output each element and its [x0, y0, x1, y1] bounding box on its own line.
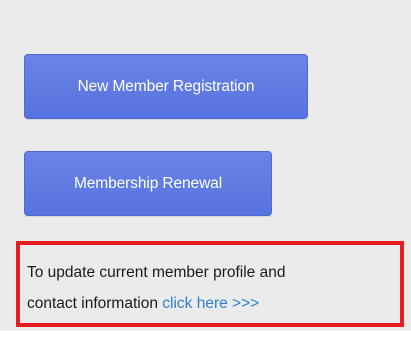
click-here-link[interactable]: click here >>> — [162, 295, 259, 312]
notice-line-1: To update current member profile and — [27, 264, 286, 281]
new-member-registration-button[interactable]: New Member Registration — [24, 54, 308, 119]
membership-panel: New Member Registration Membership Renew… — [0, 0, 411, 331]
notice-line-2-text: contact information — [27, 295, 158, 312]
update-profile-notice: To update current member profile and con… — [16, 241, 404, 327]
membership-renewal-button[interactable]: Membership Renewal — [24, 151, 272, 216]
notice-line-2: contact information click here >>> — [27, 288, 400, 319]
